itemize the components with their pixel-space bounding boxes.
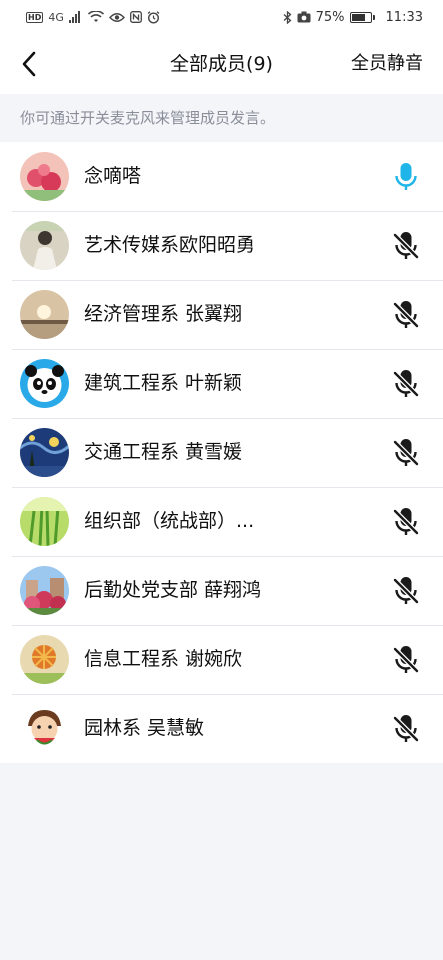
- avatar: [20, 359, 69, 408]
- network-label: 4G: [48, 10, 64, 24]
- avatar: [20, 428, 69, 477]
- bluetooth-icon: [283, 10, 292, 24]
- avatar: [20, 221, 69, 270]
- mic-off-icon: [393, 646, 419, 674]
- member-name: 建筑工程系 叶新颖: [84, 372, 243, 394]
- avatar: [20, 290, 69, 339]
- mic-off-icon: [393, 439, 419, 467]
- back-button[interactable]: [12, 46, 46, 82]
- status-bar: HD 4G 75% 11:33: [0, 0, 443, 34]
- eye-icon: [108, 12, 125, 22]
- mic-toggle-button[interactable]: [391, 231, 421, 261]
- camera-icon: [297, 11, 311, 23]
- mic-off-icon: [393, 370, 419, 398]
- chevron-left-icon: [22, 51, 36, 77]
- mute-all-button[interactable]: 全员静音: [351, 34, 423, 94]
- member-name: 交通工程系 黄雪媛: [84, 441, 243, 463]
- member-row[interactable]: 后勤处党支部 薛翔鸿: [0, 556, 443, 625]
- member-row[interactable]: 组织部（统战部）...: [0, 487, 443, 556]
- member-name: 经济管理系 张翼翔: [84, 303, 243, 325]
- member-row[interactable]: 交通工程系 黄雪媛: [0, 418, 443, 487]
- member-name: 信息工程系 谢婉欣: [84, 648, 243, 670]
- mic-toggle-button[interactable]: [391, 162, 421, 192]
- mic-toggle-button[interactable]: [391, 714, 421, 744]
- mic-on-icon: [395, 163, 417, 190]
- battery-percent: 75%: [315, 9, 345, 25]
- mic-toggle-button[interactable]: [391, 645, 421, 675]
- avatar: [20, 152, 69, 201]
- member-row[interactable]: 经济管理系 张翼翔: [0, 280, 443, 349]
- member-row[interactable]: 艺术传媒系欧阳昭勇: [0, 211, 443, 280]
- status-right-icons: 75% 11:33: [283, 10, 423, 25]
- mic-off-icon: [393, 232, 419, 260]
- mic-toggle-button[interactable]: [391, 300, 421, 330]
- member-row[interactable]: 念嘀嗒: [0, 142, 443, 211]
- avatar: [20, 566, 69, 615]
- nav-bar: 全部成员(9) 全员静音: [0, 34, 443, 94]
- battery-icon: [349, 11, 375, 23]
- member-name: 艺术传媒系欧阳昭勇: [84, 234, 256, 256]
- nfc-icon: [129, 11, 142, 23]
- avatar: [20, 497, 69, 546]
- mic-toggle-button[interactable]: [391, 369, 421, 399]
- mic-toggle-button[interactable]: [391, 438, 421, 468]
- avatar: [20, 704, 69, 753]
- member-name: 念嘀嗒: [84, 165, 142, 187]
- signal-icon: [68, 11, 80, 23]
- mic-toggle-button[interactable]: [391, 507, 421, 537]
- avatar: [20, 635, 69, 684]
- member-row[interactable]: 信息工程系 谢婉欣: [0, 625, 443, 694]
- status-left-icons: HD 4G: [26, 10, 160, 24]
- member-name: 园林系 吴慧敏: [84, 717, 205, 739]
- member-name: 组织部（统战部）...: [84, 510, 255, 532]
- alarm-icon: [147, 10, 160, 24]
- mic-off-icon: [393, 577, 419, 605]
- mic-off-icon: [393, 715, 419, 743]
- hd-icon: HD: [26, 11, 44, 23]
- member-list: 念嘀嗒 艺术传媒系欧阳昭勇 经济管理系 张翼翔 建筑工程系 叶新颖 交通工程系 …: [0, 142, 443, 763]
- member-name: 后勤处党支部 薛翔鸿: [84, 579, 262, 601]
- wifi-icon: [87, 11, 104, 22]
- mic-off-icon: [393, 301, 419, 329]
- clock: 11:33: [385, 9, 423, 25]
- member-row[interactable]: 建筑工程系 叶新颖: [0, 349, 443, 418]
- mic-off-icon: [393, 508, 419, 536]
- member-row[interactable]: 园林系 吴慧敏: [0, 694, 443, 763]
- mic-toggle-button[interactable]: [391, 576, 421, 606]
- hint-text: 你可通过开关麦克风来管理成员发言。: [0, 94, 443, 142]
